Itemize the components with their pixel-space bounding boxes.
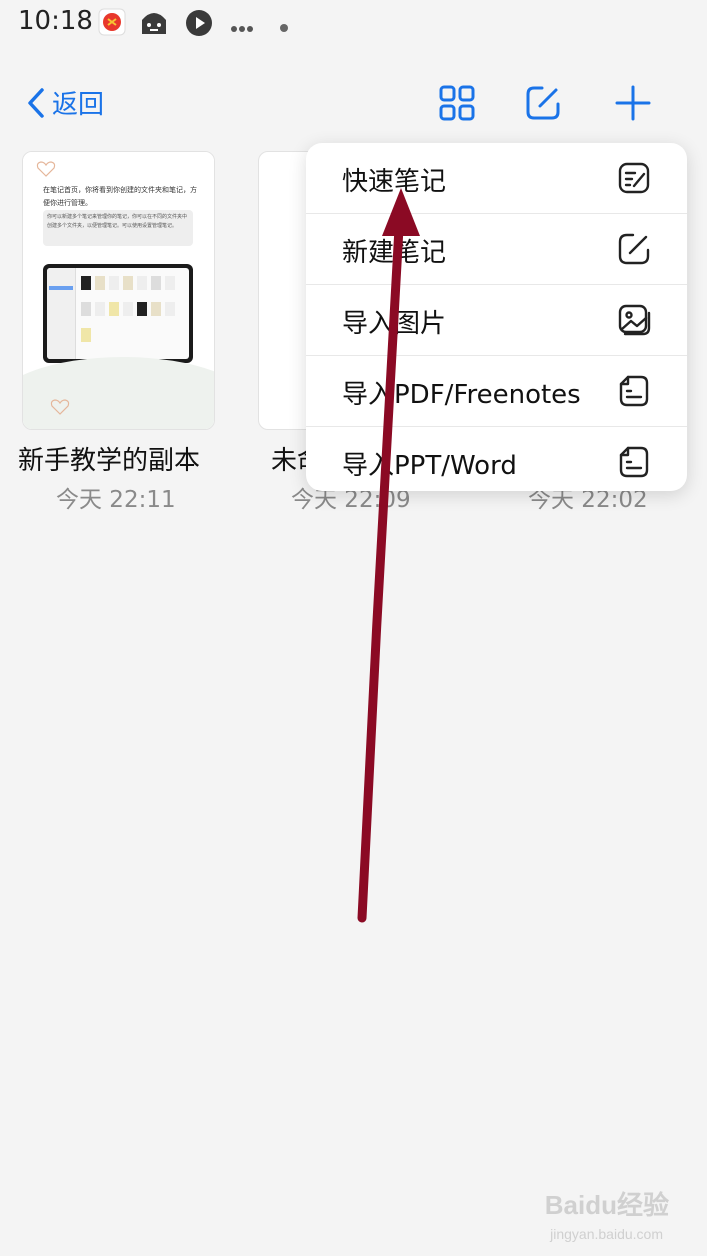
quick-note-icon — [618, 162, 650, 194]
thumbnail-body: 你可以新建多个笔记来管理你的笔记，你可以在不同的文件夹中创建多个文件夹，以便管理… — [47, 214, 188, 229]
more-dots-icon — [230, 18, 254, 37]
document-title[interactable]: 新手教学的副本 — [18, 440, 200, 477]
add-icon[interactable] — [614, 84, 652, 126]
document-date: 今天 22:11 — [56, 487, 176, 513]
new-note-icon — [618, 233, 650, 265]
document-card[interactable]: 在笔记首页，你将看到你创建的文件夹和笔记，方便你进行管理。 你可以新建多个笔记来… — [22, 151, 215, 430]
status-bar: 10:18 — [0, 0, 707, 50]
menu-item-import-ppt[interactable]: 导入PPT/Word — [306, 427, 687, 491]
grid-view-icon[interactable] — [438, 84, 476, 126]
heart-doodle-icon — [50, 399, 70, 415]
import-doc-icon — [619, 446, 649, 478]
image-icon — [618, 304, 651, 336]
menu-item-import-pdf[interactable]: 导入PDF/Freenotes — [306, 356, 687, 427]
thumbnail-footer-wave — [23, 357, 214, 429]
play-icon — [184, 8, 214, 42]
thumbnail-tablet — [43, 264, 193, 363]
menu-item-label: 导入PPT/Word — [342, 451, 517, 481]
menu-item-quick-note[interactable]: 快速笔记 — [306, 143, 687, 214]
menu-item-label: 导入图片 — [342, 309, 447, 339]
menu-item-new-note[interactable]: 新建笔记 — [306, 214, 687, 285]
menu-item-label: 快速笔记 — [342, 167, 447, 197]
dot-icon — [279, 18, 289, 37]
chevron-left-icon — [28, 87, 44, 118]
heart-doodle-icon — [36, 161, 56, 177]
status-time: 10:18 — [18, 6, 93, 36]
thumbnail-heading: 在笔记首页，你将看到你创建的文件夹和笔记，方便你进行管理。 — [43, 186, 197, 207]
app-red-icon — [98, 8, 126, 40]
menu-item-import-image[interactable]: 导入图片 — [306, 285, 687, 356]
import-doc-icon — [619, 375, 649, 407]
thumbnail-note-box: 你可以新建多个笔记来管理你的笔记，你可以在不同的文件夹中创建多个文件夹，以便管理… — [43, 210, 193, 246]
back-label: 返回 — [52, 90, 105, 120]
document-thumbnail: 在笔记首页，你将看到你创建的文件夹和笔记，方便你进行管理。 你可以新建多个笔记来… — [23, 152, 214, 429]
nav-bar: 返回 — [0, 70, 707, 140]
watermark-url: jingyan.baidu.com — [550, 1226, 663, 1242]
edit-note-icon[interactable] — [524, 84, 562, 126]
robot-icon — [138, 8, 170, 42]
menu-item-label: 新建笔记 — [342, 238, 447, 268]
add-dropdown-menu: 快速笔记 新建笔记 导入图片 导入PDF/Freenotes 导入PPT/Wor… — [306, 143, 687, 491]
menu-item-label: 导入PDF/Freenotes — [342, 380, 581, 410]
back-button[interactable]: 返回 — [26, 84, 104, 121]
watermark-brand: Baidu经验 — [544, 1190, 669, 1220]
